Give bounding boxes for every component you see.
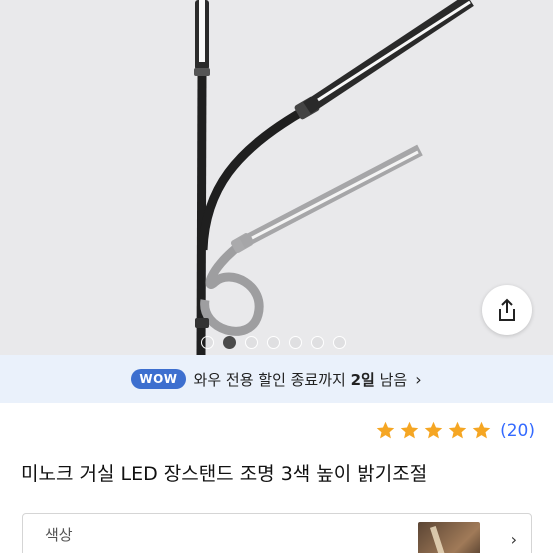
star-icon xyxy=(472,421,491,439)
wow-promo-banner[interactable]: WOW 와우 전용 할인 종료까지 2일 남음 › xyxy=(0,355,553,403)
carousel-indicator xyxy=(201,336,346,349)
chevron-right-icon: › xyxy=(510,530,517,549)
star-rating xyxy=(375,420,492,441)
review-count[interactable]: (20) xyxy=(500,421,535,441)
chevron-right-icon: › xyxy=(415,369,422,389)
star-icon xyxy=(400,421,419,439)
star-icon xyxy=(376,421,395,439)
carousel-dot[interactable] xyxy=(333,336,346,349)
carousel-dot[interactable] xyxy=(311,336,324,349)
carousel-dot[interactable] xyxy=(267,336,280,349)
wow-badge: WOW xyxy=(131,369,186,389)
share-icon xyxy=(499,298,515,321)
product-title: 미노크 거실 LED 장스탠드 조명 3색 높이 밝기조절 xyxy=(21,463,428,485)
product-image-carousel[interactable] xyxy=(0,0,553,355)
promo-text: 와우 전용 할인 종료까지 2일 남음 xyxy=(193,370,408,389)
carousel-dot[interactable] xyxy=(289,336,302,349)
share-button[interactable] xyxy=(482,285,532,335)
star-icon xyxy=(424,421,443,439)
carousel-dot[interactable] xyxy=(201,336,214,349)
product-image xyxy=(194,0,474,355)
star-icon xyxy=(448,421,467,439)
option-thumbnail xyxy=(418,522,480,553)
option-selector[interactable]: 색상 › xyxy=(22,513,532,553)
carousel-dot[interactable] xyxy=(245,336,258,349)
rating[interactable]: (20) xyxy=(375,420,535,441)
option-label: 색상 xyxy=(45,526,73,544)
carousel-dot[interactable] xyxy=(223,336,236,349)
